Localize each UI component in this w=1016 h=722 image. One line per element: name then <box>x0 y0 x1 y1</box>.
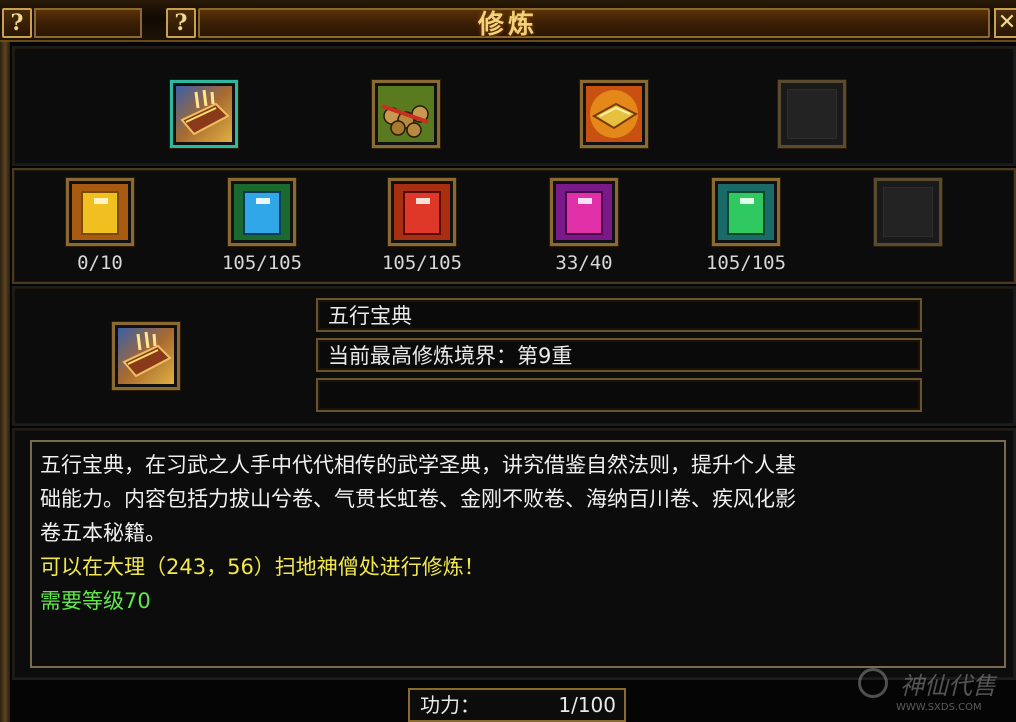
wuxing-book-icon <box>176 86 232 142</box>
power-value: 1/100 <box>558 693 616 717</box>
selected-item-slot <box>112 322 180 390</box>
wuxing-book-icon <box>118 328 174 384</box>
category-panel <box>12 46 1016 166</box>
location-text: 可以在大理（243，56）扫地神僧处进行修炼！ <box>40 555 485 579</box>
gold-ingot-book-icon <box>586 86 642 142</box>
green-book-icon <box>718 184 774 240</box>
category-slot-empty[interactable] <box>778 80 846 148</box>
close-button[interactable]: ✕ <box>994 8 1016 38</box>
book-count-5: 105/105 <box>705 252 787 274</box>
book-count-4: 33/40 <box>555 252 613 274</box>
book-slot-empty[interactable] <box>874 178 942 246</box>
book-count-3: 105/105 <box>381 252 463 274</box>
book-slot-2[interactable] <box>228 178 296 246</box>
book-slot-1[interactable] <box>66 178 134 246</box>
description-line: 础能力。内容包括力拔山兮卷、气贯长虹卷、金刚不败卷、海纳百川卷、疾风化影 <box>40 487 796 511</box>
book-count-2: 105/105 <box>221 252 303 274</box>
power-box: 功力： 1/100 <box>408 688 626 722</box>
watermark-text: 神仙代售 <box>900 672 996 700</box>
description-line: 五行宝典，在习武之人手中代代相传的武学圣典，讲究借鉴自然法则，提升个人基 <box>40 453 796 477</box>
books-panel <box>12 168 1016 284</box>
category-slot-gold[interactable] <box>580 80 648 148</box>
close-icon: ✕ <box>997 10 1016 35</box>
yellow-book-icon <box>72 184 128 240</box>
left-frame-rail <box>0 42 10 722</box>
scroll-bundle-icon <box>378 86 434 142</box>
magenta-book-icon <box>556 184 612 240</box>
category-slot-wuxing[interactable] <box>170 80 238 148</box>
power-label: 功力： <box>420 693 480 717</box>
title-bar: ? ? 修炼 ✕ <box>0 0 1016 42</box>
red-book-icon <box>394 184 450 240</box>
description-box: 五行宝典，在习武之人手中代代相传的武学圣典，讲究借鉴自然法则，提升个人基 础能力… <box>30 440 1006 668</box>
blue-book-icon <box>234 184 290 240</box>
book-slot-5[interactable] <box>712 178 780 246</box>
book-slot-3[interactable] <box>388 178 456 246</box>
book-slot-4[interactable] <box>550 178 618 246</box>
item-name-field: 五行宝典 <box>316 298 922 332</box>
window-title: 修炼 <box>477 10 538 40</box>
description-line: 卷五本秘籍。 <box>40 521 166 545</box>
requirement-text: 需要等级70 <box>40 589 151 613</box>
book-count-1: 0/10 <box>77 252 123 274</box>
realm-field: 当前最高修炼境界：第9重 <box>316 338 922 372</box>
extra-field <box>316 378 922 412</box>
category-slot-scrolls[interactable] <box>372 80 440 148</box>
watermark-url: WWW.SXDS.COM <box>896 702 982 713</box>
